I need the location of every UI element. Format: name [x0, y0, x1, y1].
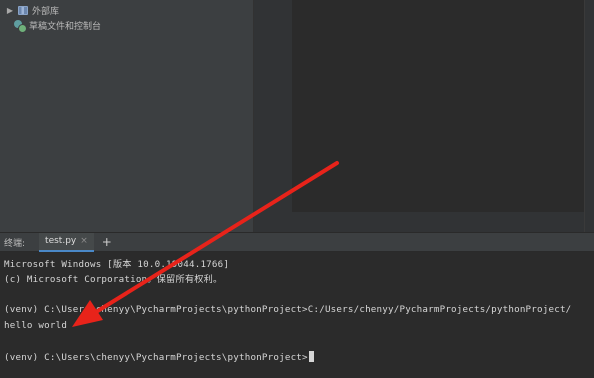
terminal-tab-bar: 终端: test.py × +	[0, 232, 594, 252]
terminal-line: Microsoft Windows [版本 10.0.19044.1766]	[4, 259, 230, 270]
terminal-tab-test-py[interactable]: test.py ×	[39, 232, 94, 252]
terminal-prompt: (venv) C:\Users\chenyy\PycharmProjects\p…	[4, 352, 308, 363]
terminal-panel-title: 终端:	[4, 238, 26, 249]
editor-scrollbar[interactable]	[584, 0, 594, 232]
chevron-right-icon[interactable]: ▶	[6, 5, 14, 15]
ide-top-area: ▶ 外部库 草稿文件和控制台	[0, 0, 594, 232]
close-icon[interactable]: ×	[80, 236, 88, 246]
terminal-line: (c) Microsoft Corporation。保留所有权利。	[4, 274, 223, 285]
editor-gutter	[254, 0, 292, 232]
text-cursor	[308, 351, 314, 362]
tree-item-external-libraries[interactable]: ▶ 外部库	[6, 2, 59, 18]
editor-area[interactable]	[292, 0, 584, 212]
terminal-output-line: hello world	[4, 320, 68, 331]
pycharm-window: ▶ 外部库 草稿文件和控制台 终端: test.py × + Microsoft…	[0, 0, 594, 378]
tree-item-scratches[interactable]: 草稿文件和控制台	[14, 17, 101, 33]
library-icon	[18, 5, 28, 15]
terminal-prompt-line[interactable]: (venv) C:\Users\chenyy\PycharmProjects\p…	[4, 351, 314, 363]
terminal-line: (venv) C:\Users\chenyy\PycharmProjects\p…	[4, 304, 572, 315]
scratches-icon	[14, 19, 27, 33]
project-tool-window: ▶ 外部库 草稿文件和控制台	[0, 0, 254, 232]
tree-item-label: 草稿文件和控制台	[29, 21, 102, 32]
terminal-output[interactable]: Microsoft Windows [版本 10.0.19044.1766] (…	[0, 252, 594, 378]
editor-bottom-strip	[292, 212, 584, 232]
tab-label: test.py	[45, 236, 77, 246]
tree-item-label: 外部库	[32, 6, 60, 17]
add-tab-icon[interactable]: +	[102, 236, 112, 248]
